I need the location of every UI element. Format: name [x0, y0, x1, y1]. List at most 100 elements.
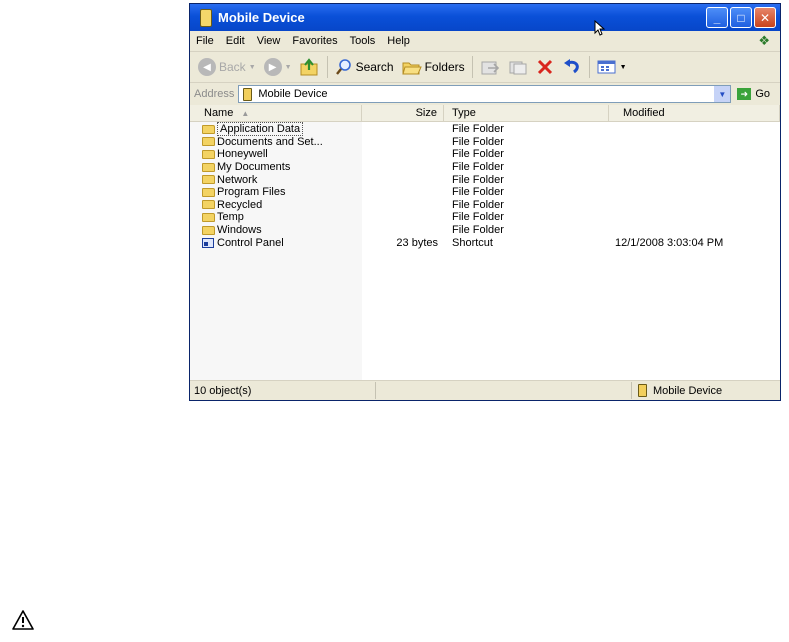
folders-button[interactable]: Folders — [398, 55, 469, 79]
mobile-device-icon — [243, 87, 253, 101]
file-row[interactable]: Honeywell File Folder — [190, 148, 780, 161]
folder-icon — [202, 137, 215, 147]
menu-file[interactable]: File — [190, 35, 220, 47]
toolbar-separator — [588, 56, 590, 78]
status-bar: 10 object(s) Mobile Device — [190, 380, 780, 400]
file-row[interactable]: Temp File Folder — [190, 211, 780, 224]
maximize-button[interactable]: □ — [730, 7, 752, 28]
up-folder-button[interactable] — [296, 55, 324, 79]
file-row[interactable]: Application Data File Folder — [190, 122, 780, 137]
file-type: File Folder — [452, 135, 504, 148]
file-row[interactable]: My Documents File Folder — [190, 161, 780, 174]
forward-dropdown-icon: ▼ — [284, 63, 292, 71]
file-name-cell: Temp — [190, 211, 362, 223]
delete-button[interactable] — [532, 55, 558, 79]
mobile-device-icon — [200, 8, 212, 27]
folder-icon — [202, 162, 215, 172]
back-label: Back — [219, 60, 246, 74]
column-header-name[interactable]: Name ▲ — [190, 105, 362, 121]
file-name-cell: Recycled — [190, 199, 362, 211]
folders-icon — [401, 62, 422, 75]
explorer-window: Mobile Device _ □ ✕ File Edit View Favor… — [189, 3, 781, 401]
file-name-cell: Program Files — [190, 186, 362, 198]
column-header-name-label: Name — [204, 107, 234, 119]
file-name: Network — [217, 173, 258, 186]
up-folder-icon — [300, 58, 318, 76]
back-dropdown-icon: ▼ — [248, 63, 256, 71]
column-header-size[interactable]: Size — [362, 105, 444, 121]
file-type: File Folder — [452, 173, 504, 186]
search-label: Search — [355, 60, 394, 74]
file-rows: Application Data File Folder Documents and… — [190, 122, 780, 249]
views-button[interactable]: ▼ — [593, 55, 631, 79]
sort-ascending-icon: ▲ — [241, 109, 250, 118]
file-row[interactable]: Windows File Folder — [190, 224, 780, 237]
menu-help[interactable]: Help — [381, 35, 416, 47]
file-type: File Folder — [452, 198, 504, 211]
file-row[interactable]: Network File Folder — [190, 173, 780, 186]
column-header-type[interactable]: Type — [444, 105, 609, 121]
address-field[interactable]: Mobile Device ▼ — [238, 85, 732, 103]
minimize-button[interactable]: _ — [706, 7, 728, 28]
forward-button[interactable]: ▶ ▼ — [260, 55, 296, 79]
menu-view[interactable]: View — [251, 35, 287, 47]
column-header-modified[interactable]: Modified — [609, 105, 780, 121]
menu-favorites[interactable]: Favorites — [286, 35, 343, 47]
toolbar: ◀ Back ▼ ▶ ▼ Search Folders ▼ — [190, 52, 780, 83]
search-icon — [335, 59, 351, 75]
file-name-cell: Application Data — [190, 122, 362, 137]
file-name-cell: Control Panel — [190, 237, 362, 249]
copy-to-button[interactable] — [504, 55, 532, 79]
file-type: File Folder — [452, 224, 504, 237]
file-type: File Folder — [452, 148, 504, 161]
file-name: Recycled — [217, 198, 263, 211]
address-bar: Address Mobile Device ▼ ➜ Go — [190, 83, 780, 106]
file-type: Shortcut — [452, 236, 493, 249]
menu-edit[interactable]: Edit — [220, 35, 251, 47]
go-label: Go — [755, 88, 770, 100]
file-name-cell: Honeywell — [190, 148, 362, 160]
file-row[interactable]: Recycled File Folder — [190, 199, 780, 212]
search-button[interactable]: Search — [331, 55, 398, 79]
file-row[interactable]: Control Panel 23 bytes Shortcut 12/1/2008 3… — [190, 236, 780, 249]
file-list-view[interactable]: Name ▲ Size Type Modified Application Dat… — [190, 105, 780, 381]
move-to-button[interactable] — [476, 55, 504, 79]
menu-tools[interactable]: Tools — [344, 35, 382, 47]
status-object-count: 10 object(s) — [190, 382, 376, 399]
shortcut-icon — [202, 237, 214, 248]
file-row[interactable]: Program Files File Folder — [190, 186, 780, 199]
file-type: File Folder — [452, 211, 504, 224]
window-title: Mobile Device — [218, 10, 305, 25]
file-name: Control Panel — [217, 236, 284, 249]
go-arrow-icon: ➜ — [737, 88, 752, 100]
status-location: Mobile Device — [632, 384, 780, 397]
folder-icon — [202, 175, 215, 185]
delete-icon — [537, 59, 552, 75]
file-name: Program Files — [217, 186, 286, 199]
undo-icon — [563, 59, 579, 74]
column-header-row: Name ▲ Size Type Modified — [190, 105, 780, 122]
file-type: File Folder — [452, 161, 504, 174]
undo-button[interactable] — [558, 55, 586, 79]
back-button[interactable]: ◀ Back ▼ — [194, 55, 260, 79]
folder-icon — [202, 149, 215, 159]
title-bar[interactable]: Mobile Device _ □ ✕ — [190, 4, 780, 31]
mobile-device-icon — [638, 384, 647, 397]
windows-logo-icon: ❖ — [758, 33, 770, 48]
file-row[interactable]: Documents and Set... File Folder — [190, 136, 780, 149]
status-middle-pane — [376, 382, 632, 399]
toolbar-separator — [471, 56, 473, 78]
file-name-cell: Network — [190, 174, 362, 186]
go-button[interactable]: ➜ Go — [737, 88, 770, 100]
folder-icon — [202, 225, 215, 235]
close-button[interactable]: ✕ — [754, 7, 776, 28]
file-name-cell: Windows — [190, 224, 362, 236]
toolbar-separator — [326, 56, 328, 78]
file-name: My Documents — [217, 161, 291, 174]
file-name-cell: My Documents — [190, 161, 362, 173]
file-modified: 12/1/2008 3:03:04 PM — [615, 236, 724, 249]
address-dropdown-icon[interactable]: ▼ — [714, 86, 731, 102]
file-name-cell: Documents and Set... — [190, 136, 362, 148]
address-label: Address — [194, 88, 235, 100]
warning-icon — [12, 610, 34, 630]
